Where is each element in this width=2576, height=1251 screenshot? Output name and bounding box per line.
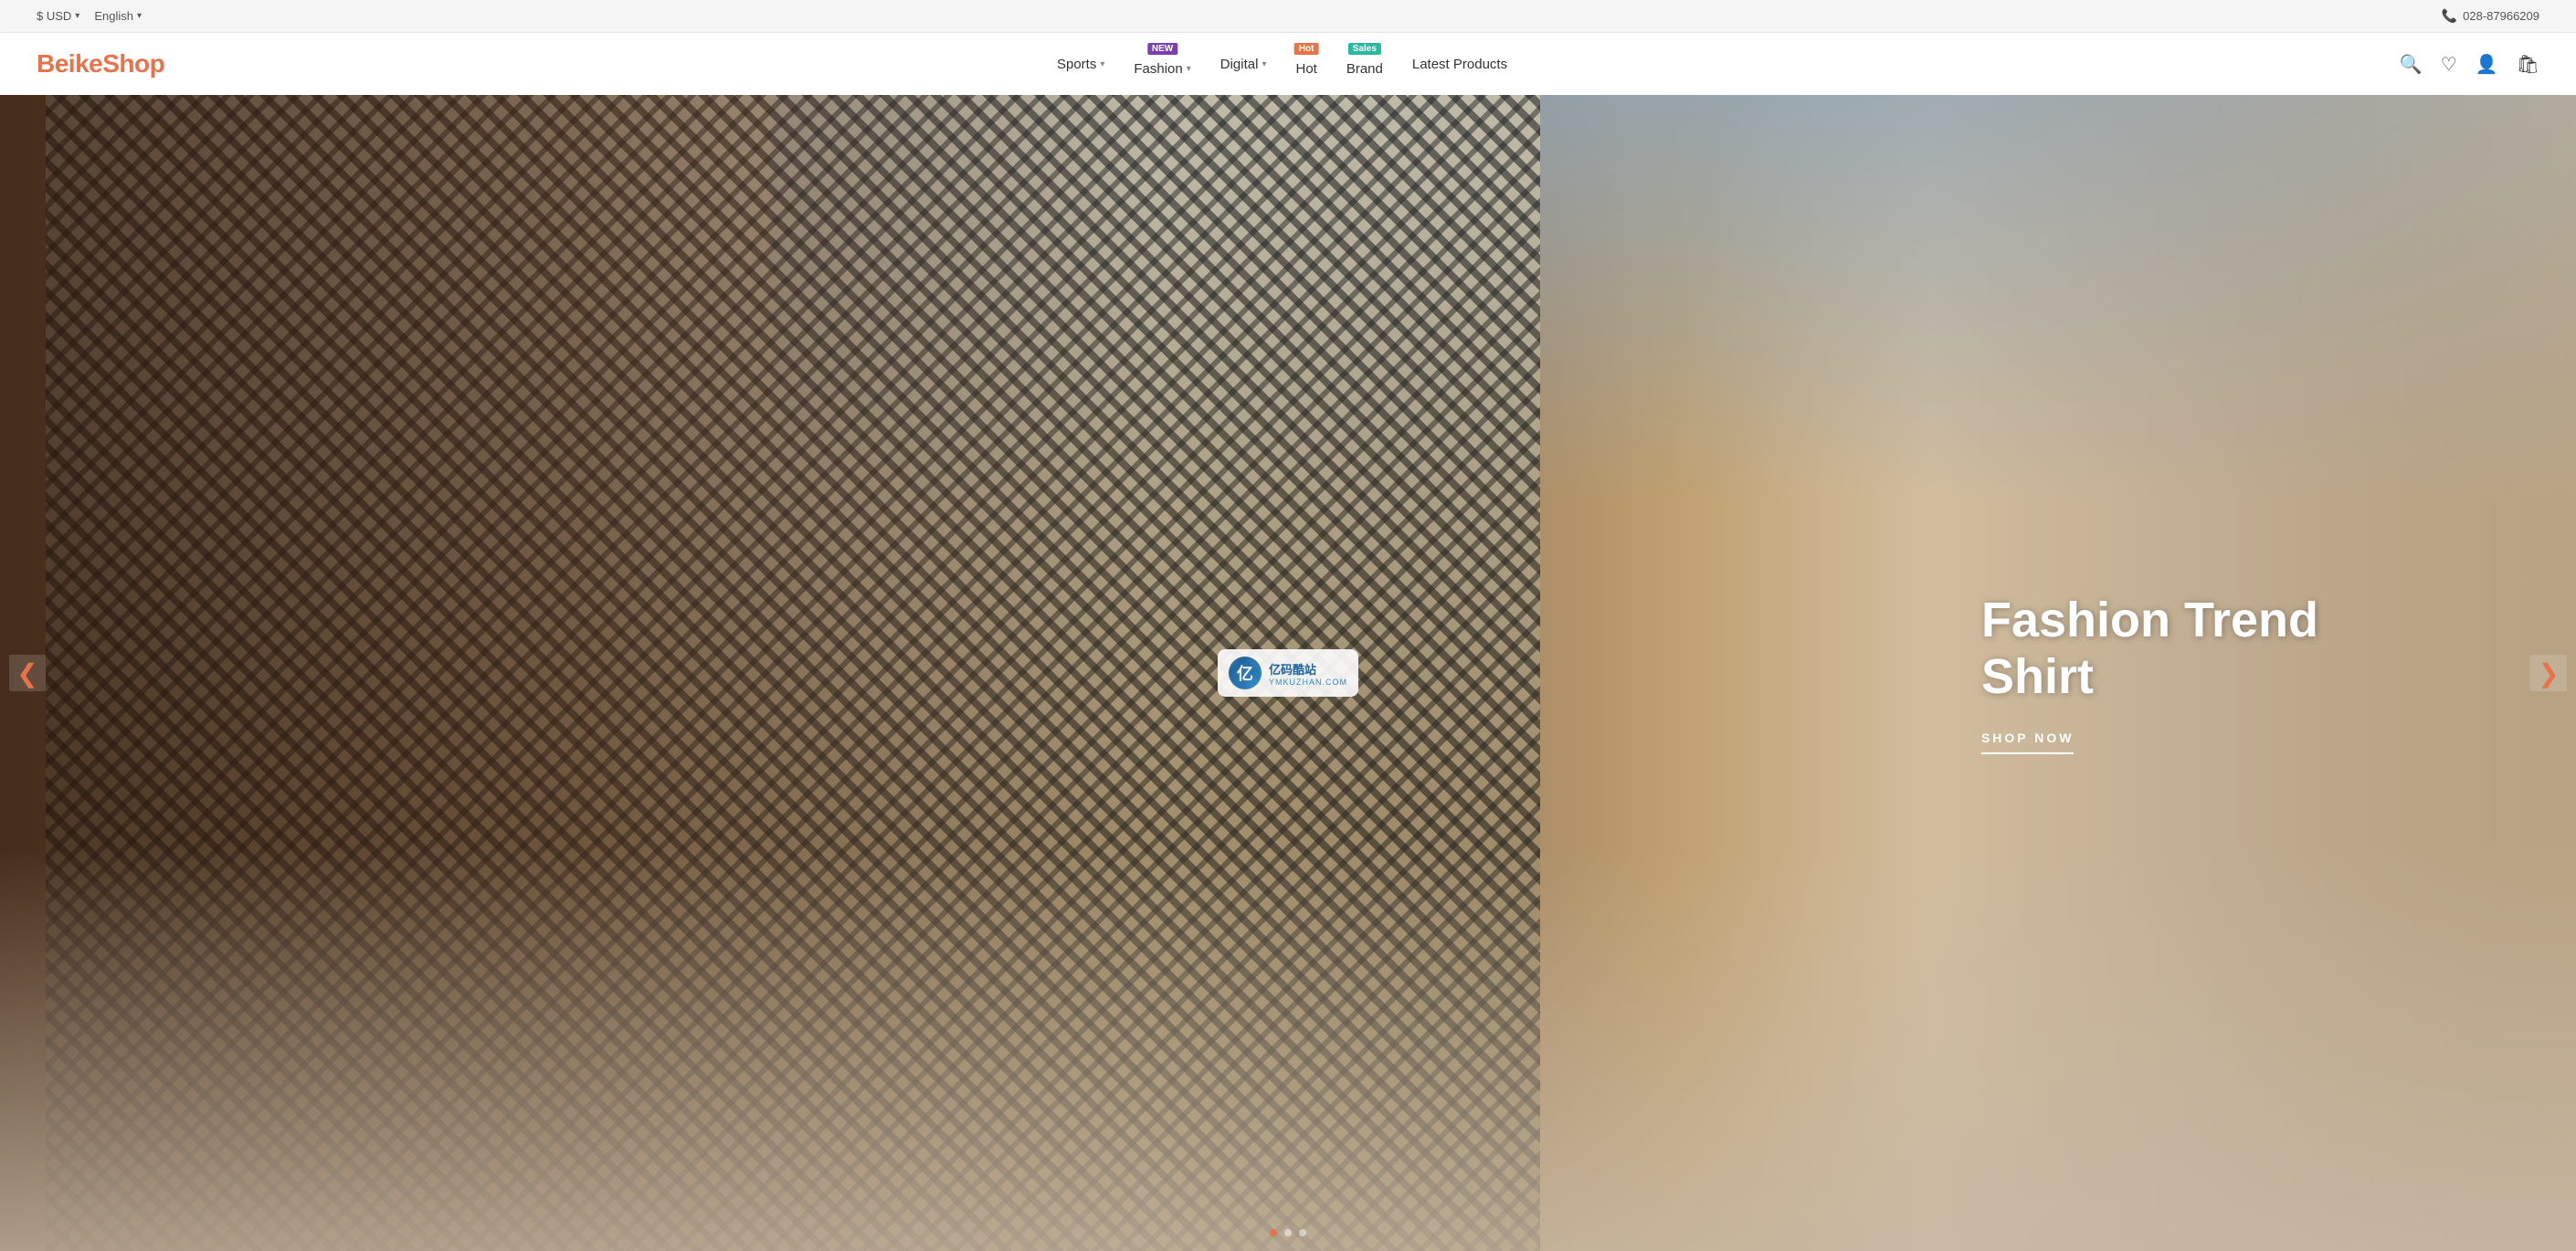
logo[interactable]: BeikeShop (37, 49, 164, 79)
nav-label-fashion: Fashion (1134, 61, 1182, 77)
account-icon[interactable]: 👤 (2476, 53, 2498, 76)
nav-item-fashion[interactable]: NEW Fashion ▾ (1134, 52, 1190, 77)
currency-arrow-icon: ▾ (75, 11, 79, 21)
carousel-dot-1[interactable] (1270, 1229, 1277, 1236)
nav-label-digital: Digital (1220, 57, 1259, 72)
watermark-line2: YMKUZHAN.COM (1269, 678, 1347, 687)
currency-label: $ USD (37, 9, 71, 23)
hero-cta-button[interactable]: SHOP NOW (1981, 731, 2075, 754)
nav-item-brand[interactable]: Sales Brand (1346, 52, 1383, 77)
hero-floor (0, 846, 2576, 1251)
nav-item-digital[interactable]: Digital ▾ (1220, 57, 1267, 72)
watermark-text: 亿码酷站 YMKUZHAN.COM (1269, 660, 1347, 687)
badge-new: NEW (1147, 43, 1177, 55)
hero-content: Fashion Trend Shirt SHOP NOW (1981, 592, 2318, 754)
badge-hot: Hot (1294, 43, 1319, 55)
topbar-right: 📞 028-87966209 (2442, 8, 2539, 24)
badge-sales: Sales (1348, 43, 1381, 55)
nav-arrow-fashion: ▾ (1187, 64, 1191, 74)
nav-label-sports: Sports (1057, 57, 1096, 72)
header-icons: 🔍 ♡ 👤 🛍 (2400, 53, 2539, 76)
hero-title-line1: Fashion Trend (1981, 593, 2318, 647)
nav-item-hot[interactable]: Hot Hot (1295, 52, 1316, 77)
topbar: $ USD ▾ English ▾ 📞 028-87966209 (0, 0, 2576, 33)
carousel-dot-2[interactable] (1284, 1229, 1292, 1236)
watermark-logo-icon: 亿 (1229, 657, 1262, 689)
carousel-next-button[interactable]: ❯ (2530, 655, 2567, 691)
phone-number: 028-87966209 (2463, 9, 2539, 23)
nav-item-sports[interactable]: Sports ▾ (1057, 57, 1104, 72)
phone-icon: 📞 (2442, 8, 2457, 24)
hero-title: Fashion Trend Shirt (1981, 592, 2318, 705)
wishlist-icon[interactable]: ♡ (2441, 53, 2457, 76)
nav-item-latest[interactable]: Latest Products (1412, 57, 1507, 72)
nav-arrow-sports: ▾ (1100, 59, 1104, 69)
language-label: English (94, 9, 133, 23)
carousel-dots (1270, 1229, 1306, 1236)
watermark-line1: 亿码酷站 (1269, 660, 1347, 678)
currency-selector[interactable]: $ USD ▾ (37, 9, 79, 23)
header: BeikeShop Sports ▾ NEW Fashion ▾ Digital… (0, 33, 2576, 95)
topbar-left: $ USD ▾ English ▾ (37, 9, 142, 23)
nav-label-latest: Latest Products (1412, 57, 1507, 72)
hero-title-line2: Shirt (1981, 649, 2094, 704)
watermark-badge: 亿 亿码酷站 YMKUZHAN.COM (1218, 649, 1358, 697)
nav-label-hot: Hot (1295, 61, 1316, 77)
main-nav: Sports ▾ NEW Fashion ▾ Digital ▾ Hot Hot… (1057, 52, 1507, 77)
nav-arrow-digital: ▾ (1262, 59, 1266, 69)
carousel-dot-3[interactable] (1299, 1229, 1306, 1236)
carousel-prev-button[interactable]: ❮ (9, 655, 46, 691)
cart-icon[interactable]: 🛍 (2517, 53, 2539, 76)
language-selector[interactable]: English ▾ (94, 9, 142, 23)
hero-banner: 亿 亿码酷站 YMKUZHAN.COM Fashion Trend Shirt … (0, 95, 2576, 1251)
nav-label-brand: Brand (1346, 61, 1383, 77)
language-arrow-icon: ▾ (137, 11, 142, 21)
search-icon[interactable]: 🔍 (2400, 53, 2423, 76)
